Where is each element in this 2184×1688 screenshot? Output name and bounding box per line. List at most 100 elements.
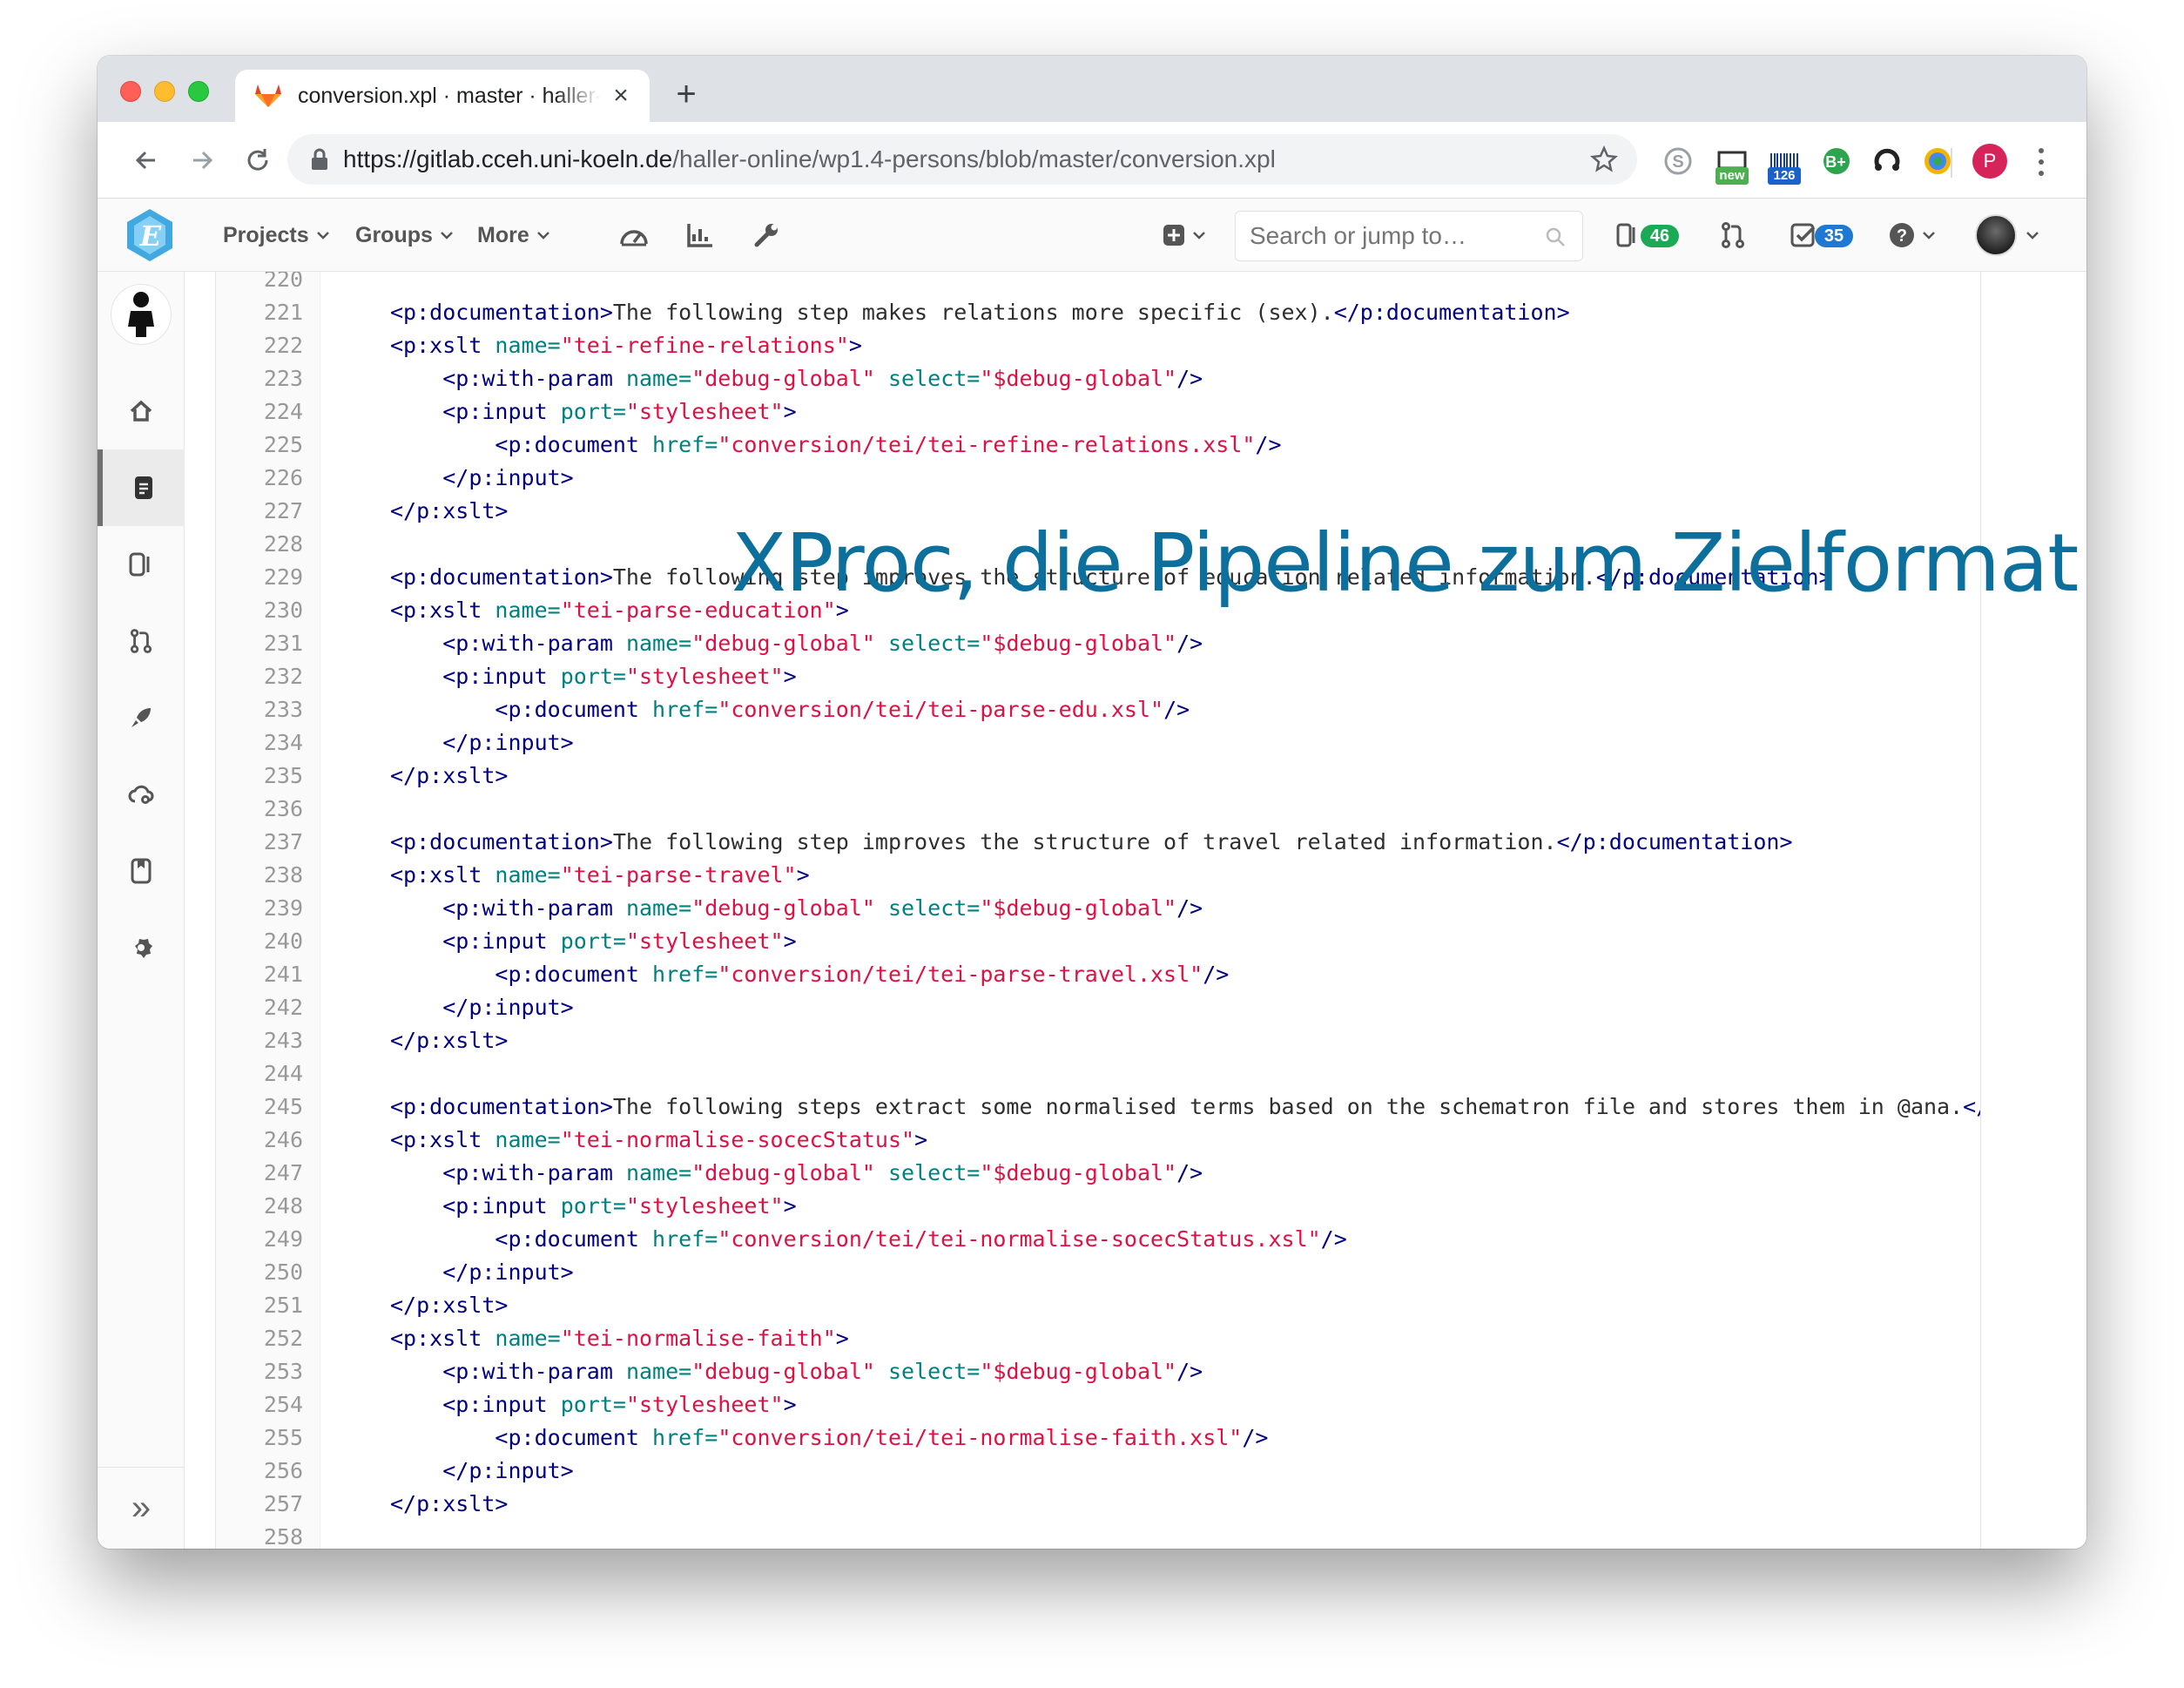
new-tab-button[interactable]: + xyxy=(669,77,704,111)
collapse-sidebar-button[interactable]: » xyxy=(98,1467,185,1549)
line-number[interactable]: 239 xyxy=(216,892,303,925)
todos-count-badge[interactable]: 35 xyxy=(1815,225,1853,247)
bplus-extension-icon[interactable]: B+ xyxy=(1818,143,1855,179)
line-number[interactable]: 243 xyxy=(216,1024,303,1057)
barcode-extension-icon[interactable]: 126 xyxy=(1766,143,1803,185)
forward-button[interactable] xyxy=(183,141,221,179)
line-code: <p:document href="conversion/tei/tei-ref… xyxy=(495,432,1282,457)
profile-avatar[interactable]: P xyxy=(1972,144,2007,179)
code-line: 221 <p:documentation>The following step m… xyxy=(216,296,1980,329)
line-number[interactable]: 244 xyxy=(216,1057,303,1090)
issues-icon[interactable] xyxy=(1613,218,1641,253)
project-avatar[interactable] xyxy=(111,284,172,345)
line-number[interactable]: 235 xyxy=(216,760,303,793)
line-number[interactable]: 241 xyxy=(216,958,303,991)
line-number[interactable]: 253 xyxy=(216,1355,303,1388)
line-number[interactable]: 256 xyxy=(216,1455,303,1488)
reload-button[interactable] xyxy=(239,141,277,179)
line-number[interactable]: 229 xyxy=(216,561,303,594)
line-number[interactable]: 240 xyxy=(216,925,303,958)
line-number[interactable]: 236 xyxy=(216,793,303,826)
sidebar-item-merge-requests[interactable] xyxy=(98,603,185,679)
admin-wrench-icon[interactable] xyxy=(749,218,784,253)
merge-requests-icon[interactable] xyxy=(1716,218,1750,253)
chevron-down-icon[interactable] xyxy=(2026,228,2039,242)
line-number[interactable]: 255 xyxy=(216,1421,303,1455)
projects-dropdown[interactable]: Projects xyxy=(223,218,330,253)
line-number[interactable]: 233 xyxy=(216,693,303,726)
sidebar-item-repository[interactable] xyxy=(98,449,185,526)
line-number[interactable]: 222 xyxy=(216,329,303,362)
sidebar-item-wiki[interactable] xyxy=(98,833,185,909)
more-dropdown[interactable]: More xyxy=(477,218,550,253)
browser-menu-icon[interactable] xyxy=(2036,145,2046,179)
activity-chart-icon[interactable] xyxy=(683,218,718,253)
gear-icon xyxy=(135,936,152,958)
line-number[interactable]: 242 xyxy=(216,991,303,1024)
document-icon xyxy=(135,476,152,499)
search-input[interactable] xyxy=(1235,211,1583,261)
minimize-window-button[interactable] xyxy=(154,81,175,102)
line-number[interactable]: 251 xyxy=(216,1289,303,1322)
line-number[interactable]: 248 xyxy=(216,1190,303,1223)
sidebar-item-ci-cd[interactable] xyxy=(98,679,185,756)
line-number[interactable]: 238 xyxy=(216,859,303,892)
tab-close-icon[interactable]: × xyxy=(608,83,634,109)
sidebar-item-issues[interactable] xyxy=(98,526,185,603)
line-number[interactable]: 252 xyxy=(216,1322,303,1355)
new-item-dropdown[interactable] xyxy=(1156,218,1212,253)
code-line: 255 <p:document href="conversion/tei/tei… xyxy=(216,1421,1980,1455)
back-button[interactable] xyxy=(127,141,165,179)
line-number[interactable]: 247 xyxy=(216,1157,303,1190)
line-code: <p:with-param name="debug-global" select… xyxy=(442,895,1203,921)
line-number[interactable]: 227 xyxy=(216,495,303,528)
tab-title: conversion.xpl · master · haller-online … xyxy=(298,83,601,108)
sidebar-item-operations[interactable] xyxy=(98,756,185,833)
sync-extension-icon[interactable] xyxy=(1869,143,1905,179)
sidebar-item-settings[interactable] xyxy=(98,909,185,986)
line-number[interactable]: 254 xyxy=(216,1388,303,1421)
line-number[interactable]: 232 xyxy=(216,660,303,693)
dashboard-gauge-icon[interactable] xyxy=(617,218,651,253)
code-line: 240 <p:input port="stylesheet"> xyxy=(216,925,1980,958)
line-number[interactable]: 221 xyxy=(216,296,303,329)
line-code: <p:document href="conversion/tei/tei-nor… xyxy=(495,1425,1269,1450)
help-dropdown[interactable]: ? xyxy=(1884,218,1940,253)
instance-logo-icon[interactable]: E xyxy=(122,207,178,263)
tab-conversion-xpl[interactable]: conversion.xpl · master · haller-online … xyxy=(235,70,650,122)
line-code: </p:xslt> xyxy=(390,1028,509,1053)
line-number[interactable]: 230 xyxy=(216,594,303,627)
line-number[interactable]: 226 xyxy=(216,462,303,495)
line-number[interactable]: 225 xyxy=(216,429,303,462)
line-number[interactable]: 228 xyxy=(216,528,303,561)
skype-extension-icon[interactable]: S xyxy=(1660,143,1696,179)
address-bar[interactable]: https://gitlab.cceh.uni-koeln.de/haller-… xyxy=(287,134,1637,185)
line-number[interactable]: 234 xyxy=(216,726,303,760)
line-number[interactable]: 250 xyxy=(216,1256,303,1289)
user-avatar[interactable] xyxy=(1975,214,2017,256)
line-number[interactable]: 223 xyxy=(216,362,303,395)
screenshot-extension-icon[interactable]: new xyxy=(1714,143,1750,185)
code-line: 253 <p:with-param name="debug-global" se… xyxy=(216,1355,1980,1388)
zoom-window-button[interactable] xyxy=(188,81,209,102)
line-number[interactable]: 224 xyxy=(216,395,303,429)
line-number[interactable]: 258 xyxy=(216,1521,303,1549)
line-number[interactable]: 246 xyxy=(216,1124,303,1157)
sidebar-item-project[interactable] xyxy=(98,373,185,449)
line-number[interactable]: 237 xyxy=(216,826,303,859)
line-number[interactable]: 257 xyxy=(216,1488,303,1521)
lock-icon xyxy=(312,148,327,170)
bookmark-star-icon[interactable] xyxy=(1590,145,1618,173)
line-number[interactable]: 249 xyxy=(216,1223,303,1256)
close-window-button[interactable] xyxy=(120,81,141,102)
line-number[interactable]: 220 xyxy=(216,272,303,296)
toolbar-separator xyxy=(1951,148,1952,178)
line-number[interactable]: 245 xyxy=(216,1090,303,1124)
line-code: <p:with-param name="debug-global" select… xyxy=(442,1160,1203,1185)
line-number[interactable]: 231 xyxy=(216,627,303,660)
line-code: <p:xslt name="tei-parse-travel"> xyxy=(390,862,810,888)
groups-dropdown[interactable]: Groups xyxy=(355,218,454,253)
slide-title-overlay: XProc, die Pipeline zum Zielformat xyxy=(731,517,2079,610)
issues-count-badge[interactable]: 46 xyxy=(1641,225,1679,247)
home-icon xyxy=(130,400,152,422)
